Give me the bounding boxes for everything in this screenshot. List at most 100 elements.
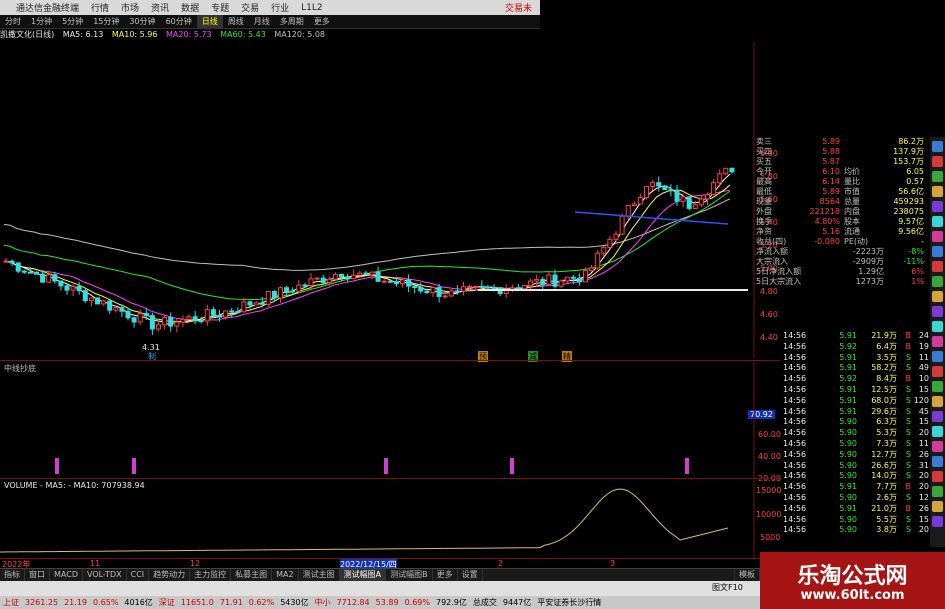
tick-row[interactable]: 14:56 5.92 8.4万 B 10 bbox=[783, 374, 931, 385]
tick-row[interactable]: 14:56 5.90 6.3万 S 15 bbox=[783, 417, 931, 428]
sidebar-icon[interactable] bbox=[932, 291, 943, 302]
quote-cell: 5.89 bbox=[822, 187, 840, 196]
period-tab[interactable]: 15分钟 bbox=[88, 15, 124, 28]
sidebar-icon[interactable] bbox=[932, 246, 943, 257]
sidebar-icon[interactable] bbox=[932, 426, 943, 437]
menu-item-quotes[interactable]: 行情 bbox=[85, 1, 115, 14]
period-tab-daily[interactable]: 日线 bbox=[196, 15, 223, 28]
zx-index-label[interactable]: 中小 bbox=[312, 596, 334, 609]
candle bbox=[711, 182, 717, 195]
tick-cell: 8.4万 bbox=[876, 374, 897, 384]
quote-cell: 外盘 bbox=[756, 207, 772, 216]
tab-window[interactable]: 窗口 bbox=[25, 569, 50, 581]
sidebar-icon[interactable] bbox=[932, 486, 943, 497]
tick-row[interactable]: 14:56 5.90 12.7万 S 26 bbox=[783, 450, 931, 461]
tick-row[interactable]: 14:56 5.90 5.5万 S 15 bbox=[783, 515, 931, 526]
tick-row[interactable]: 14:56 5.91 21.9万 B 24 bbox=[783, 331, 931, 342]
tick-row[interactable]: 14:56 5.90 5.3万 S 20 bbox=[783, 428, 931, 439]
tab-cci[interactable]: CCI bbox=[127, 569, 150, 581]
sidebar-icon[interactable] bbox=[932, 141, 943, 152]
quote-cell bbox=[800, 267, 840, 277]
sidebar-icon[interactable] bbox=[932, 156, 943, 167]
quote-row: 卖三 5.89 86.2万 bbox=[756, 137, 930, 147]
period-tab[interactable]: 30分钟 bbox=[124, 15, 160, 28]
period-tab[interactable]: 5分钟 bbox=[57, 15, 88, 28]
tab-template[interactable]: 模板 bbox=[734, 569, 760, 581]
sidebar-icon[interactable] bbox=[932, 336, 943, 347]
tab-test-sub-b[interactable]: 测试幅图B bbox=[386, 569, 433, 581]
tick-row[interactable]: 14:56 5.90 3.8万 S 20 bbox=[783, 525, 931, 536]
menu-item-data[interactable]: 数据 bbox=[175, 1, 205, 14]
sidebar-icon[interactable] bbox=[932, 411, 943, 422]
trade-button[interactable]: 交易未 bbox=[505, 1, 532, 14]
menu-item-topics[interactable]: 专题 bbox=[205, 1, 235, 14]
sidebar-icon[interactable] bbox=[932, 321, 943, 332]
sidebar-icon[interactable] bbox=[932, 516, 943, 527]
menu-item-trade[interactable]: 交易 bbox=[235, 1, 265, 14]
sidebar-icon[interactable] bbox=[932, 306, 943, 317]
sidebar-icon[interactable] bbox=[932, 351, 943, 362]
tick-row[interactable]: 14:56 5.90 2.6万 S 12 bbox=[783, 493, 931, 504]
period-tab[interactable]: 周线 bbox=[223, 15, 249, 28]
tick-row[interactable]: 14:56 5.91 68.0万 S 120 bbox=[783, 396, 931, 407]
tab-trend[interactable]: 趋势动力 bbox=[149, 569, 191, 581]
sidebar-icon[interactable] bbox=[932, 216, 943, 227]
tick-row[interactable]: 14:56 5.90 26.6万 S 31 bbox=[783, 461, 931, 472]
tab-settings[interactable]: 设置 bbox=[458, 569, 483, 581]
tab-test-sub-a[interactable]: 测试幅图A bbox=[339, 569, 387, 581]
tick-row[interactable]: 14:56 5.90 14.0万 S 20 bbox=[783, 471, 931, 482]
period-tab[interactable]: 60分钟 bbox=[161, 15, 197, 28]
sidebar-icon[interactable] bbox=[932, 201, 943, 212]
sz-index-label[interactable]: 深证 bbox=[156, 596, 178, 609]
tick-cell: 15 bbox=[918, 384, 929, 394]
tab-macd[interactable]: MACD bbox=[50, 569, 83, 581]
candlestick-chart[interactable] bbox=[0, 42, 756, 358]
tick-row[interactable]: 14:56 5.91 58.2万 S 49 bbox=[783, 363, 931, 374]
period-tab[interactable]: 多周期 bbox=[275, 15, 309, 28]
sidebar-icon[interactable] bbox=[932, 501, 943, 512]
tick-cell: 20 bbox=[918, 428, 929, 438]
tab-ma2[interactable]: MA2 bbox=[272, 569, 299, 581]
tab-private-chart[interactable]: 私募主图 bbox=[231, 569, 273, 581]
period-tab[interactable]: 月线 bbox=[249, 15, 275, 28]
sidebar-icon[interactable] bbox=[932, 186, 943, 197]
tick-row[interactable]: 14:56 5.91 3.5万 S 11 bbox=[783, 353, 931, 364]
tick-row[interactable]: 14:56 5.90 7.3万 S 11 bbox=[783, 439, 931, 450]
tab-indicator[interactable]: 指标 bbox=[0, 569, 25, 581]
tick-row[interactable]: 14:56 5.92 6.4万 B 19 bbox=[783, 342, 931, 353]
sidebar-icon[interactable] bbox=[932, 366, 943, 377]
sidebar-icon[interactable] bbox=[932, 171, 943, 182]
f10-tab[interactable]: 图文F10 bbox=[712, 582, 743, 593]
tick-cell: 14:56 bbox=[783, 363, 807, 373]
tab-vol[interactable]: VOL-TDX bbox=[83, 569, 127, 581]
sidebar-icon[interactable] bbox=[932, 261, 943, 272]
menu-item-news[interactable]: 资讯 bbox=[145, 1, 175, 14]
menu-item-industry[interactable]: 行业 bbox=[265, 1, 295, 14]
sidebar-icon[interactable] bbox=[932, 396, 943, 407]
sidebar-icon[interactable] bbox=[932, 441, 943, 452]
quote-cell: -0.080 bbox=[814, 237, 840, 246]
tick-row[interactable]: 14:56 5.91 29.6万 S 45 bbox=[783, 407, 931, 418]
candle bbox=[247, 301, 253, 306]
sh-index-label[interactable]: 上证 bbox=[0, 596, 22, 609]
menu-item-l1l2[interactable]: L1L2 bbox=[295, 3, 328, 13]
tick-row[interactable]: 14:56 5.91 7.7万 B 20 bbox=[783, 482, 931, 493]
tab-test-main[interactable]: 测试主图 bbox=[299, 569, 340, 581]
sidebar-icon[interactable] bbox=[932, 231, 943, 242]
tick-row[interactable]: 14:56 5.91 21.0万 B 26 bbox=[783, 504, 931, 515]
sidebar-icon[interactable] bbox=[932, 471, 943, 482]
menu-item-market[interactable]: 市场 bbox=[115, 1, 145, 14]
period-tab[interactable]: 1分钟 bbox=[26, 15, 57, 28]
period-tab[interactable]: 更多 bbox=[309, 15, 335, 28]
quote-cell: 流通 bbox=[844, 227, 860, 236]
sidebar-icon[interactable] bbox=[932, 381, 943, 392]
tab-main-monitor[interactable]: 主力监控 bbox=[190, 569, 232, 581]
tab-more[interactable]: 更多 bbox=[433, 569, 458, 581]
period-tab[interactable]: 分时 bbox=[0, 15, 26, 28]
sidebar-icon[interactable] bbox=[932, 276, 943, 287]
volume-chart[interactable] bbox=[0, 480, 756, 560]
indicator-chart[interactable] bbox=[0, 362, 756, 482]
tick-row[interactable]: 14:56 5.91 12.5万 S 15 bbox=[783, 385, 931, 396]
tick-list[interactable]: 14:56 5.91 21.9万 B 24 14:56 5.92 6.4万 B 19 14:56 5.… bbox=[783, 331, 931, 536]
sidebar-icon[interactable] bbox=[932, 456, 943, 467]
